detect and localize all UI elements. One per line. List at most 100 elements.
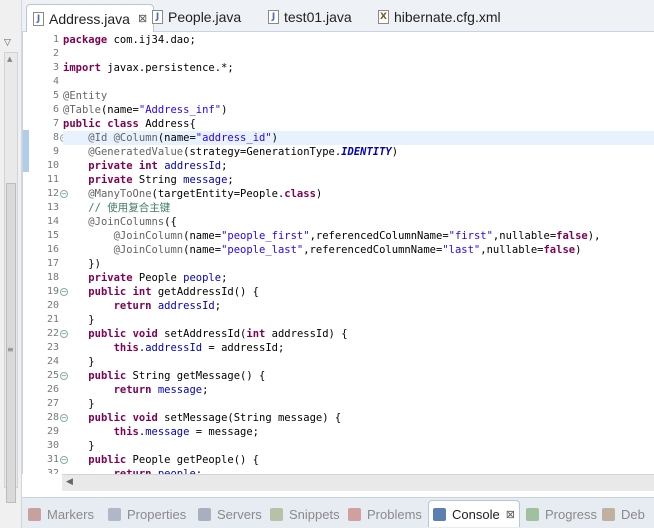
- editor-tab-people-java[interactable]: J People.java: [152, 6, 241, 28]
- code-line[interactable]: public void setMessage(String message) {: [63, 411, 654, 425]
- scroll-left-arrow-icon[interactable]: ◀: [66, 477, 73, 487]
- close-icon[interactable]: ⊠: [506, 508, 515, 521]
- xml-file-icon: X: [378, 10, 389, 24]
- view-tab-servers[interactable]: Servers: [198, 504, 262, 524]
- view-tab-deb[interactable]: Deb: [602, 504, 645, 524]
- line-number: 18: [46, 272, 59, 283]
- editor-tab-label: Address.java: [49, 10, 130, 27]
- code-line[interactable]: }): [63, 257, 654, 271]
- code-editor[interactable]: 12345678−9101112−13141516171819−202122−2…: [22, 32, 654, 474]
- line-number: 14: [46, 216, 59, 227]
- line-number: 1: [52, 34, 59, 45]
- code-line[interactable]: }: [63, 313, 654, 327]
- scrollbar-thumb[interactable]: [6, 183, 16, 503]
- editor-tab-address-java[interactable]: J Address.java ⊠: [26, 4, 155, 32]
- line-number: 24: [46, 356, 59, 367]
- code-line[interactable]: }: [63, 397, 654, 411]
- line-number: 15: [46, 230, 59, 241]
- code-line[interactable]: return message;: [63, 383, 654, 397]
- line-number: 3: [52, 62, 59, 73]
- code-line[interactable]: [63, 75, 654, 89]
- line-number: 5: [52, 90, 59, 101]
- views-tab-bar: Markers Properties Servers Snippets Problems…: [22, 497, 654, 528]
- line-number: 9: [52, 146, 59, 157]
- editor-tab-test01-java[interactable]: Jtest01.java: [268, 6, 352, 28]
- code-line[interactable]: @GeneratedValue(strategy=GenerationType.…: [63, 145, 654, 159]
- markers-icon: [28, 507, 41, 521]
- editor-tab-label: People.java: [168, 9, 242, 25]
- line-number: 7: [52, 118, 59, 129]
- code-line[interactable]: // 使用复合主键: [63, 201, 654, 215]
- code-line[interactable]: this.addressId = addressId;: [63, 341, 654, 355]
- code-line[interactable]: public class Address{: [63, 117, 654, 131]
- code-line[interactable]: @JoinColumn(name="people_first",referenc…: [63, 229, 654, 243]
- view-tab-label: Markers: [47, 506, 94, 522]
- line-number: 10: [46, 160, 59, 171]
- view-tab-progress[interactable]: Progress: [526, 504, 597, 524]
- code-line[interactable]: [63, 47, 654, 61]
- code-line[interactable]: package com.ij34.dao;: [63, 33, 654, 47]
- line-number: 8: [52, 132, 59, 143]
- line-number: 27: [46, 398, 59, 409]
- left-vertical-scrollbar[interactable]: ▲: [4, 52, 18, 503]
- code-line[interactable]: @Table(name="Address_inf"): [63, 103, 654, 117]
- line-number: 22: [46, 328, 59, 339]
- view-tab-label: Servers: [217, 506, 262, 522]
- line-number: 25: [46, 370, 59, 381]
- view-tab-properties[interactable]: Properties: [108, 504, 186, 524]
- code-line[interactable]: this.message = message;: [63, 425, 654, 439]
- line-number-gutter: 12345678−9101112−13141516171819−202122−2…: [29, 32, 68, 474]
- left-view-panel: ▽ ▲ ≡: [0, 0, 22, 528]
- line-number: 26: [46, 384, 59, 395]
- console-icon: [433, 507, 446, 521]
- code-line[interactable]: @ManyToOne(targetEntity=People.class): [63, 187, 654, 201]
- progress-icon: [526, 507, 539, 521]
- view-tab-label: Progress: [545, 506, 598, 522]
- view-tab-label: Snippets: [289, 506, 340, 522]
- chevron-down-icon[interactable]: ▽: [4, 38, 11, 48]
- properties-icon: [108, 507, 121, 521]
- code-line[interactable]: return people;: [63, 467, 654, 474]
- code-line[interactable]: @JoinColumn(name="people_last",reference…: [63, 243, 654, 257]
- line-number: 29: [46, 426, 59, 437]
- snippets-icon: [270, 507, 283, 521]
- code-area[interactable]: package com.ij34.dao; import javax.persis…: [63, 32, 654, 474]
- servers-icon: [198, 507, 211, 521]
- line-number: 32: [46, 468, 59, 474]
- code-line[interactable]: return addressId;: [63, 299, 654, 313]
- view-tab-snippets[interactable]: Snippets: [270, 504, 340, 524]
- close-icon[interactable]: ⊠: [138, 12, 147, 25]
- code-line[interactable]: }: [63, 439, 654, 453]
- code-line[interactable]: }: [63, 355, 654, 369]
- view-tab-console[interactable]: Console ⊠: [428, 500, 520, 527]
- code-line[interactable]: private String message;: [63, 173, 654, 187]
- line-number: 13: [46, 202, 59, 213]
- editor-tab-label: test01.java: [284, 9, 352, 25]
- view-tab-markers[interactable]: Markers: [28, 504, 94, 524]
- java-file-icon: J: [268, 10, 279, 24]
- view-tab-problems[interactable]: Problems: [348, 504, 422, 524]
- code-line[interactable]: public int getAddressId() {: [63, 285, 654, 299]
- line-number: 20: [46, 300, 59, 311]
- line-number: 6: [52, 104, 59, 115]
- code-line[interactable]: @JoinColumns({: [63, 215, 654, 229]
- line-number: 12: [46, 188, 59, 199]
- scrollbar-grip-icon: ≡: [7, 345, 14, 354]
- line-number: 17: [46, 258, 59, 269]
- line-number: 28: [46, 412, 59, 423]
- horizontal-scrollbar[interactable]: ◀: [62, 474, 654, 491]
- code-line[interactable]: public void setAddressId(int addressId) …: [63, 327, 654, 341]
- code-line[interactable]: import javax.persistence.*;: [63, 61, 654, 75]
- code-line[interactable]: public People getPeople() {: [63, 453, 654, 467]
- code-line[interactable]: private int addressId;: [63, 159, 654, 173]
- code-line[interactable]: @Id @Column(name="address_id"): [63, 131, 654, 145]
- editor-tab-hibernate-cfg-xml[interactable]: Xhibernate.cfg.xml: [378, 6, 501, 28]
- scroll-up-arrow-icon[interactable]: ▲: [7, 55, 12, 63]
- code-line[interactable]: private People people;: [63, 271, 654, 285]
- view-tab-label: Deb: [621, 506, 645, 522]
- code-line[interactable]: public String getMessage() {: [63, 369, 654, 383]
- line-number: 16: [46, 244, 59, 255]
- debug-icon: [602, 507, 615, 521]
- code-line[interactable]: @Entity: [63, 89, 654, 103]
- editor-tab-bar: J Address.java ⊠ J People.java Jtest01.java Xh…: [22, 0, 654, 32]
